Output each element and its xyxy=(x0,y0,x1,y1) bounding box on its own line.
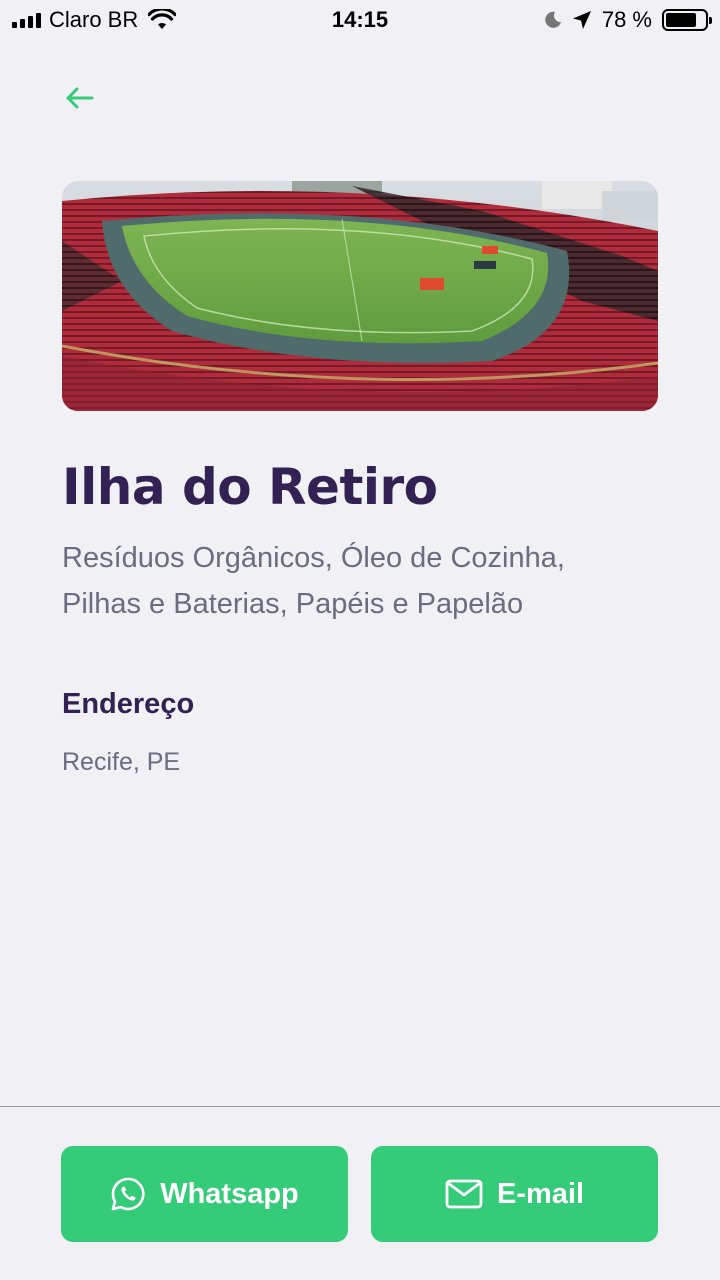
email-label: E-mail xyxy=(496,1177,585,1210)
moon-icon xyxy=(545,11,561,28)
address-title: Endereço xyxy=(62,688,195,720)
point-image xyxy=(62,181,658,411)
point-items-line2: Pilhas e Baterias, Papéis e Papelão xyxy=(62,588,524,620)
status-right: 78 % xyxy=(544,6,712,34)
back-button[interactable] xyxy=(62,80,98,116)
footer-divider xyxy=(0,1106,720,1107)
arrow-left-icon xyxy=(66,87,94,109)
battery-percent: 78 % xyxy=(601,7,652,32)
whatsapp-icon xyxy=(111,1177,145,1211)
location-arrow-icon xyxy=(572,11,591,29)
battery-icon xyxy=(662,9,712,31)
point-title: Ilha do Retiro xyxy=(62,458,438,516)
address-value: Recife, PE xyxy=(62,748,181,776)
point-items: Resíduos Orgânicos, Óleo de Cozinha, Pil… xyxy=(62,535,662,627)
battery-fill xyxy=(666,13,696,27)
whatsapp-label: Whatsapp xyxy=(160,1177,299,1210)
status-bar: Claro BR 14:15 78 % xyxy=(0,0,720,40)
email-button[interactable]: E-mail xyxy=(371,1146,658,1242)
stadium-image xyxy=(62,181,658,411)
point-items-line1: Resíduos Orgânicos, Óleo de Cozinha, xyxy=(62,542,565,574)
whatsapp-button[interactable]: Whatsapp xyxy=(61,1146,348,1242)
mail-icon xyxy=(445,1179,483,1209)
